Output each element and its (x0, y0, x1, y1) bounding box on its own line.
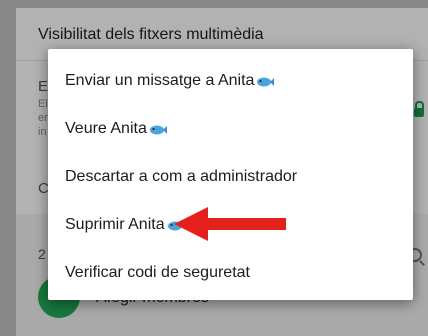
menu-item-label: Suprimir Anita (65, 216, 165, 233)
red-arrow-icon (174, 207, 286, 241)
menu-item-label: Verificar codi de seguretat (65, 264, 250, 281)
menu-item-label: Veure Anita (65, 120, 147, 137)
fish-emoji-icon (149, 125, 167, 135)
menu-item-send-message[interactable]: Enviar un missatge a Anita (48, 57, 413, 105)
menu-item-label: Enviar un missatge a Anita (65, 72, 255, 89)
context-menu: Enviar un missatge a Anita Veure Anita D… (48, 49, 413, 300)
menu-item-view-contact[interactable]: Veure Anita (48, 105, 413, 153)
menu-item-verify-security-code[interactable]: Verificar codi de seguretat (48, 249, 413, 297)
menu-item-label: Descartar a com a administrador (65, 168, 298, 185)
menu-item-dismiss-admin[interactable]: Descartar a com a administrador (48, 153, 413, 201)
fish-emoji-icon (257, 77, 275, 87)
